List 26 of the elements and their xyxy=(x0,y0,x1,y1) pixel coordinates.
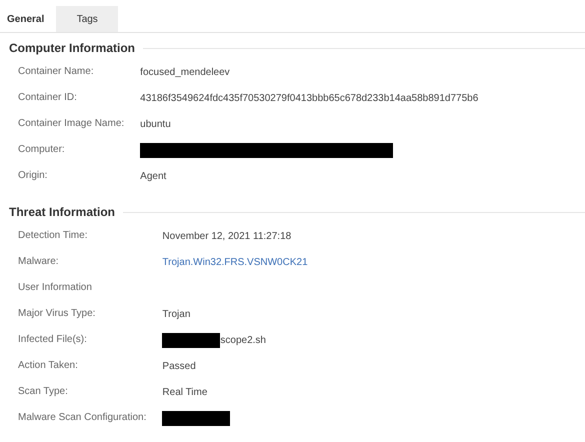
field-value: Real Time xyxy=(162,386,208,398)
field-value: focused_mendeleev xyxy=(140,66,230,78)
field-label: Malware Scan Configuration: xyxy=(18,411,146,425)
field-label: Container Image Name: xyxy=(18,117,124,131)
field-label: Computer: xyxy=(18,143,66,157)
field-label: Infected File(s): xyxy=(18,333,88,347)
field-label: Container Name: xyxy=(18,65,95,79)
field-value: November 12, 2021 11:27:18 xyxy=(162,230,292,242)
field-label: Major Virus Type: xyxy=(18,307,96,321)
field-label: Container ID: xyxy=(18,91,78,105)
field-label: Origin: xyxy=(18,169,48,183)
field-value: 43186f3549624fdc435f70530279f0413bbb65c678d233b14aa58b891d775b6 xyxy=(140,92,478,104)
field-value: scope2.sh xyxy=(220,334,266,346)
field-value: Agent xyxy=(140,170,166,182)
field-label: Detection Time: xyxy=(18,229,88,243)
field-value: ubuntu xyxy=(140,118,171,130)
field-label: User Information xyxy=(18,281,93,295)
tab[interactable]: Tags xyxy=(56,6,118,32)
field-value: Passed xyxy=(162,360,196,372)
field-label: Malware: xyxy=(18,255,60,269)
field-value: Trojan xyxy=(162,308,190,320)
field-label: Scan Type: xyxy=(18,385,69,399)
malware-link[interactable]: Trojan.Win32.FRS.VSNW0CK21 xyxy=(162,256,308,268)
section-title: Threat Information xyxy=(9,205,116,219)
field-label: Action Taken: xyxy=(18,359,79,373)
section-title: Computer Information xyxy=(9,41,135,55)
